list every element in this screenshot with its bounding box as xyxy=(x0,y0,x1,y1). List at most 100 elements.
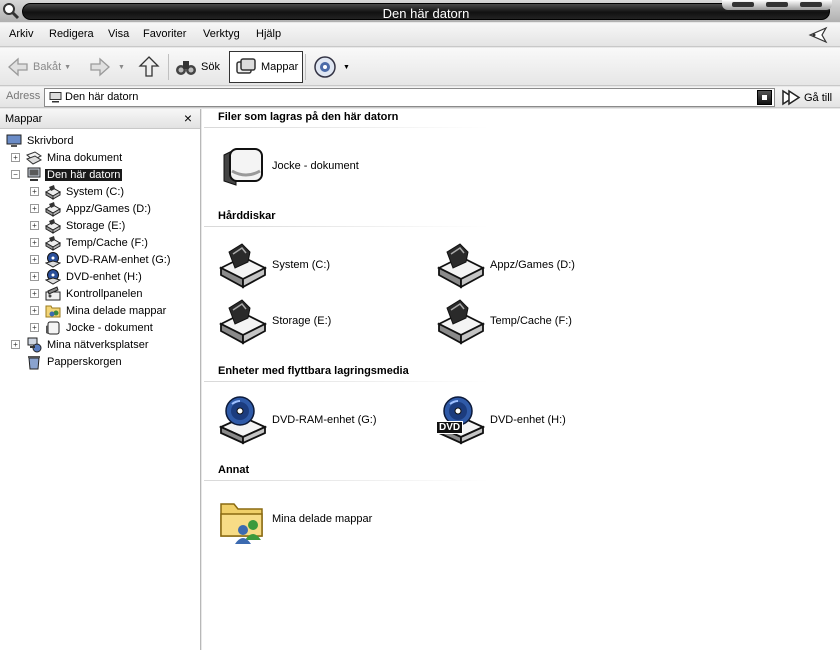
menu-arkiv[interactable]: Arkiv xyxy=(9,28,33,40)
tile-label: Jocke - dokument xyxy=(272,160,359,172)
expand-icon[interactable]: + xyxy=(30,306,39,315)
menu-hjalp[interactable]: Hjälp xyxy=(256,28,281,40)
toolbar-separator xyxy=(168,54,169,80)
user-documents-icon xyxy=(218,141,268,191)
toolbar-separator xyxy=(305,54,306,80)
back-label: Bakåt xyxy=(33,61,62,73)
title-bar[interactable]: Den här datorn xyxy=(0,0,840,22)
tree-item[interactable]: Papperskorgen xyxy=(11,353,124,370)
tree-item-label: Mina nätverksplatser xyxy=(47,338,149,351)
network-places-icon xyxy=(26,337,42,353)
tree-item[interactable]: + Mina delade mappar xyxy=(30,302,168,319)
hard-drive-icon xyxy=(218,240,268,290)
drive-tile[interactable]: DVD-RAM-enhet (G:) xyxy=(218,395,377,445)
tree-item[interactable]: + Mina nätverksplatser xyxy=(11,336,151,353)
tree-item[interactable]: + Storage (E:) xyxy=(30,217,127,234)
tree-item[interactable]: − Den här datorn xyxy=(11,166,123,183)
folders-button[interactable]: Mappar xyxy=(229,51,304,83)
forward-button[interactable]: ▼ xyxy=(88,51,125,83)
up-arrow-icon xyxy=(138,56,160,77)
menu-verktyg[interactable]: Verktyg xyxy=(203,28,240,40)
go-button[interactable]: Gå till xyxy=(781,88,832,107)
hard-drive-icon xyxy=(436,296,486,346)
tree-item[interactable]: + Mina dokument xyxy=(11,149,124,166)
collapse-icon[interactable]: − xyxy=(11,170,20,179)
drive-tile[interactable]: Storage (E:) xyxy=(218,296,331,346)
search-button[interactable]: Sök xyxy=(174,51,220,83)
tree-item[interactable]: + Temp/Cache (F:) xyxy=(30,234,150,251)
drive-tile[interactable]: System (C:) xyxy=(218,240,330,290)
close-icon[interactable]: × xyxy=(184,110,192,126)
address-dropdown-button[interactable] xyxy=(757,90,772,105)
dvd-drive-icon xyxy=(218,395,268,445)
expand-icon[interactable]: + xyxy=(30,187,39,196)
tree-item-label: DVD-RAM-enhet (G:) xyxy=(66,253,171,266)
tree-item-label: DVD-enhet (H:) xyxy=(66,270,142,283)
computer-icon xyxy=(26,167,42,183)
tree-item[interactable]: + DVD-RAM-enhet (G:) xyxy=(30,251,173,268)
address-input[interactable]: Den här datorn xyxy=(44,88,775,107)
tree-item-label: Den här datorn xyxy=(45,168,123,181)
tree-item-label: Mina dokument xyxy=(47,151,123,164)
tree-item[interactable]: Skrivbord xyxy=(6,132,75,149)
expand-icon[interactable]: + xyxy=(30,238,39,247)
up-button[interactable] xyxy=(137,51,164,83)
group-divider xyxy=(204,381,489,382)
drive-tile[interactable]: DVD DVD-enhet (H:) xyxy=(436,395,566,445)
title-pill: Den här datorn xyxy=(22,3,830,21)
folders-label: Mappar xyxy=(261,61,299,73)
maximize-button[interactable] xyxy=(766,2,788,7)
close-button[interactable] xyxy=(800,2,822,7)
tree-item-label: Storage (E:) xyxy=(66,219,126,232)
shared-folder-icon xyxy=(45,303,61,319)
back-button[interactable]: Bakåt ▼ xyxy=(6,51,71,83)
folders-icon xyxy=(236,58,256,74)
address-bar: Adress Den här datorn Gå till xyxy=(0,87,840,108)
tile-label: Temp/Cache (F:) xyxy=(490,315,572,327)
menu-visa[interactable]: Visa xyxy=(108,28,129,40)
search-label: Sök xyxy=(201,61,220,73)
recycle-bin-icon xyxy=(26,354,42,370)
content-pane: Filer som lagras på den här datorn Jocke … xyxy=(202,109,840,650)
drive-tile[interactable]: Temp/Cache (F:) xyxy=(436,296,572,346)
folder-pane: Mappar × Skrivbord + Mina dokument − Den här… xyxy=(0,109,201,650)
views-button[interactable]: ▼ xyxy=(313,51,350,83)
views-icon xyxy=(314,56,336,78)
hard-drive-icon xyxy=(44,218,62,234)
toolbar: Bakåt ▼ ▼ Sök Mappar ▼ xyxy=(0,48,840,86)
group-divider xyxy=(204,226,489,227)
expand-icon[interactable]: + xyxy=(30,272,39,281)
menu-redigera[interactable]: Redigera xyxy=(49,28,94,40)
tree-item[interactable]: + Jocke - dokument xyxy=(30,319,155,336)
tree-item[interactable]: + System (C:) xyxy=(30,183,126,200)
expand-icon[interactable]: + xyxy=(30,323,39,332)
user-documents-icon xyxy=(45,320,61,336)
tree-item[interactable]: + Kontrollpanelen xyxy=(30,285,144,302)
expand-icon xyxy=(11,357,20,366)
menu-favoriter[interactable]: Favoriter xyxy=(143,28,186,40)
explorer-app-icon[interactable] xyxy=(2,2,20,20)
expand-icon[interactable]: + xyxy=(30,221,39,230)
drive-tile[interactable]: Appz/Games (D:) xyxy=(436,240,575,290)
folder-pane-header: Mappar × xyxy=(0,109,200,129)
expand-icon[interactable]: + xyxy=(30,255,39,264)
drive-tile[interactable]: Jocke - dokument xyxy=(218,141,359,191)
folder-pane-title: Mappar xyxy=(5,113,43,125)
drive-tile[interactable]: Mina delade mappar xyxy=(218,494,372,544)
expand-icon[interactable]: + xyxy=(30,289,39,298)
forward-dropdown-icon[interactable]: ▼ xyxy=(118,64,125,71)
tree-item[interactable]: + DVD-enhet (H:) xyxy=(30,268,144,285)
expand-icon[interactable]: + xyxy=(11,153,20,162)
views-dropdown-icon[interactable]: ▼ xyxy=(343,64,350,71)
tile-label: Storage (E:) xyxy=(272,315,332,327)
control-panel-icon xyxy=(45,285,61,302)
tree-item[interactable]: + Appz/Games (D:) xyxy=(30,200,153,217)
dvd-badge: DVD xyxy=(436,421,464,434)
expand-icon[interactable]: + xyxy=(11,340,20,349)
minimize-button[interactable] xyxy=(732,2,754,7)
address-label: Adress xyxy=(6,90,41,102)
tree-item-label: Papperskorgen xyxy=(47,355,122,368)
expand-icon[interactable]: + xyxy=(30,204,39,213)
back-dropdown-icon[interactable]: ▼ xyxy=(64,64,71,71)
tile-label: System (C:) xyxy=(272,259,331,271)
